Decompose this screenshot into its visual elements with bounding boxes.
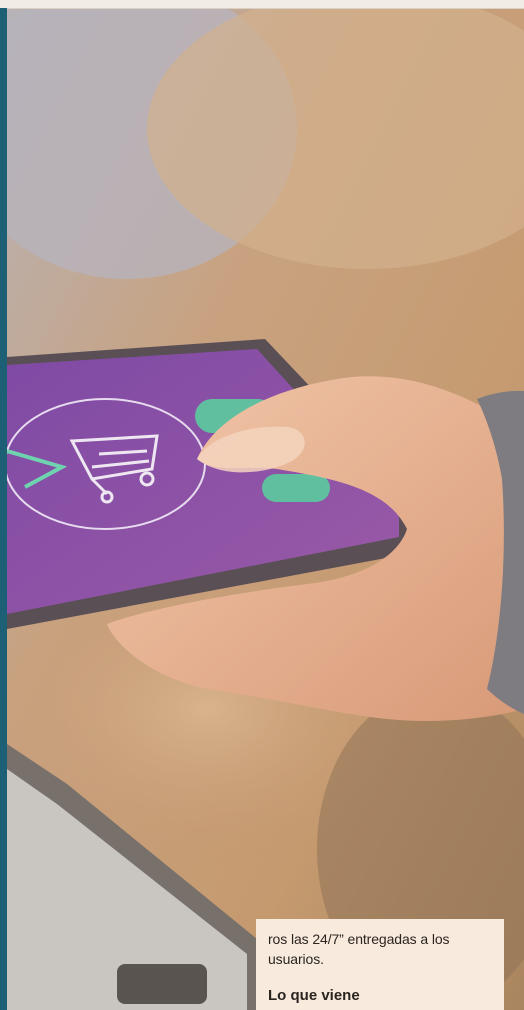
left-accent-bar [0,8,7,1010]
article-snippet: ros las 24/7” entregadas a los usuarios. [268,931,450,967]
article-page: ros las 24/7” entregadas a los usuarios.… [0,0,524,1010]
section-heading: Lo que viene [268,987,360,1004]
top-divider [0,0,524,9]
article-text-card: ros las 24/7” entregadas a los usuarios.… [256,919,504,1010]
hero-photo [7,9,524,1010]
